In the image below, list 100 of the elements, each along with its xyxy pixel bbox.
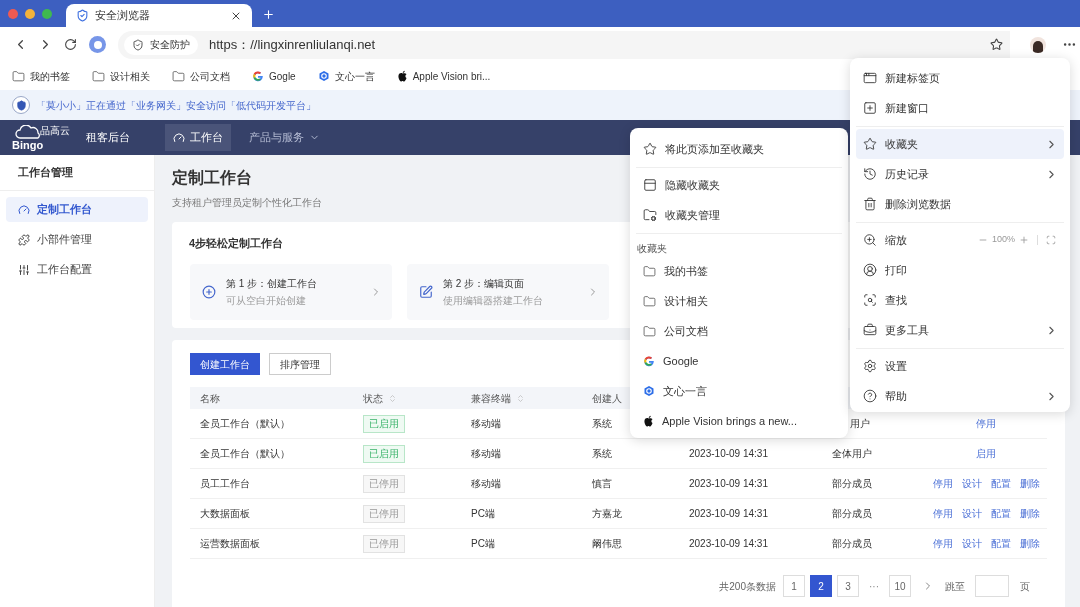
- sidebar-item[interactable]: 工作台配置: [6, 257, 148, 282]
- sidebar-item[interactable]: 定制工作台: [6, 197, 148, 222]
- google-icon: [643, 355, 655, 367]
- menu-item[interactable]: 隐藏收藏夹: [636, 170, 842, 200]
- page-title: 定制工作台: [172, 168, 252, 188]
- apple-icon: [396, 70, 408, 82]
- action-link[interactable]: 设计: [961, 506, 982, 521]
- menu-item[interactable]: Apple Vision brings a new...: [636, 406, 842, 436]
- page-suffix: 页: [1020, 579, 1030, 594]
- google-icon: [252, 70, 264, 82]
- folder-icon: [172, 69, 185, 83]
- menu-item[interactable]: 收藏夹管理: [636, 200, 842, 230]
- table-cell: 员工工作台: [200, 478, 250, 489]
- action-link[interactable]: 删除: [1019, 476, 1040, 491]
- search-icon: [863, 293, 877, 307]
- maximize-button[interactable]: [42, 8, 52, 19]
- minimize-button[interactable]: [25, 8, 35, 19]
- page-button[interactable]: 2: [810, 575, 832, 597]
- table-cell: 部分成员: [832, 478, 872, 489]
- menu-item[interactable]: 收藏夹: [856, 129, 1064, 159]
- action-link[interactable]: 设计: [961, 476, 982, 491]
- bookmark-item[interactable]: 文心一言: [317, 68, 375, 84]
- status-tag: 已停用: [363, 474, 405, 493]
- table-cell: 全员工作台（默认）: [200, 448, 290, 459]
- menu-item[interactable]: 设计相关: [636, 286, 842, 316]
- menu-item[interactable]: 缩放: [863, 231, 978, 249]
- menu-item[interactable]: 新建窗口: [856, 93, 1064, 123]
- address-bar[interactable]: 安全防护 https：//lingxinrenliulanqi.net: [118, 30, 1010, 59]
- action-link[interactable]: 停用: [932, 506, 953, 521]
- bookmark-item[interactable]: Apple Vision bri...: [396, 68, 491, 84]
- menu-item[interactable]: 删除浏览数据: [856, 189, 1064, 219]
- menu-item[interactable]: 文心一言: [636, 376, 842, 406]
- sort-button[interactable]: 排序管理: [269, 353, 331, 375]
- browser-tab[interactable]: 安全浏览器: [66, 4, 252, 27]
- sidebar-item[interactable]: 小部件管理: [6, 227, 148, 252]
- fullscreen-icon[interactable]: [1046, 235, 1056, 245]
- action-link[interactable]: 停用: [932, 536, 953, 551]
- notice-text: 「莫小小」正在通过「业务网关」安全访问「低代码开发平台」: [36, 98, 316, 113]
- page-button[interactable]: 3: [837, 575, 859, 597]
- menu-item[interactable]: 查找: [856, 285, 1064, 315]
- shield-icon: [12, 96, 30, 114]
- menu-item[interactable]: 更多工具: [856, 315, 1064, 345]
- close-button[interactable]: [8, 8, 18, 19]
- column-header: 名称: [200, 391, 220, 406]
- help-icon: [863, 389, 877, 403]
- nav-tab[interactable]: 产品与服务: [241, 124, 328, 151]
- star-icon[interactable]: [990, 38, 1003, 51]
- step-title: 第 1 步：创建工作台: [226, 276, 319, 291]
- logo: 品高云 Bingo: [11, 123, 70, 153]
- table-cell: 2023-10-09 14:31: [689, 538, 768, 549]
- sort-icon[interactable]: [516, 393, 525, 403]
- step-card[interactable]: 第 1 步：创建工作台 可从空白开始创建: [190, 263, 392, 320]
- menu-item[interactable]: 打印: [856, 255, 1064, 285]
- action-link[interactable]: 停用: [976, 416, 996, 431]
- action-link[interactable]: 删除: [1019, 536, 1040, 551]
- menu-item[interactable]: 历史记录: [856, 159, 1064, 189]
- folder-icon: [643, 324, 656, 338]
- table-cell: 全员工作台（默认）: [200, 418, 290, 429]
- bookmark-item[interactable]: Gogle: [252, 68, 296, 84]
- table-cell: 移动端: [471, 448, 501, 459]
- menu-item[interactable]: 帮助: [856, 381, 1064, 411]
- action-link[interactable]: 停用: [932, 476, 953, 491]
- bookmark-item[interactable]: 我的书签: [12, 68, 70, 84]
- menu-item[interactable]: Google: [636, 346, 842, 376]
- menu-item[interactable]: 将此页添加至收藏夹: [636, 134, 842, 164]
- step-hint: 可从空白开始创建: [226, 293, 307, 308]
- zoom-in-icon[interactable]: [1019, 235, 1029, 245]
- page-button[interactable]: 10: [889, 575, 911, 597]
- menu-item[interactable]: 公司文档: [636, 316, 842, 346]
- page-input[interactable]: [975, 575, 1009, 597]
- create-button[interactable]: 创建工作台: [190, 353, 260, 375]
- reload-icon[interactable]: [64, 38, 77, 51]
- bookmark-item[interactable]: 公司文档: [172, 68, 230, 84]
- menu-item[interactable]: 新建标签页: [856, 63, 1064, 93]
- avatar[interactable]: [1030, 36, 1046, 53]
- table-cell: PC端: [471, 538, 495, 549]
- puzzle-icon: [18, 233, 30, 246]
- menu-item[interactable]: 我的书签: [636, 256, 842, 286]
- action-link[interactable]: 启用: [976, 446, 996, 461]
- step-card[interactable]: 第 2 步：编辑页面 使用编辑器搭建工作台: [407, 263, 609, 320]
- jump-label: 跳至: [945, 579, 965, 594]
- nav-tab[interactable]: 工作台: [165, 124, 231, 151]
- action-link[interactable]: 设计: [961, 536, 982, 551]
- folder-settings-icon: [643, 208, 657, 222]
- security-pill[interactable]: 安全防护: [124, 34, 198, 55]
- card-title: 4步轻松定制工作台: [189, 236, 284, 251]
- menu-item[interactable]: 设置: [856, 351, 1064, 381]
- action-link[interactable]: 配置: [990, 476, 1011, 491]
- new-tab-icon[interactable]: [262, 8, 275, 21]
- sort-icon[interactable]: [388, 393, 397, 403]
- status-tag: 已启用: [363, 414, 405, 433]
- window-icon: [863, 71, 877, 85]
- bookmark-item[interactable]: 设计相关: [92, 68, 150, 84]
- action-link[interactable]: 配置: [990, 536, 1011, 551]
- action-link[interactable]: 删除: [1019, 506, 1040, 521]
- status-tag: 已停用: [363, 534, 405, 553]
- action-link[interactable]: 配置: [990, 506, 1011, 521]
- page-ellipsis: ···: [868, 579, 880, 594]
- table-cell: 阚伟思: [592, 538, 622, 549]
- page-button[interactable]: 1: [783, 575, 805, 597]
